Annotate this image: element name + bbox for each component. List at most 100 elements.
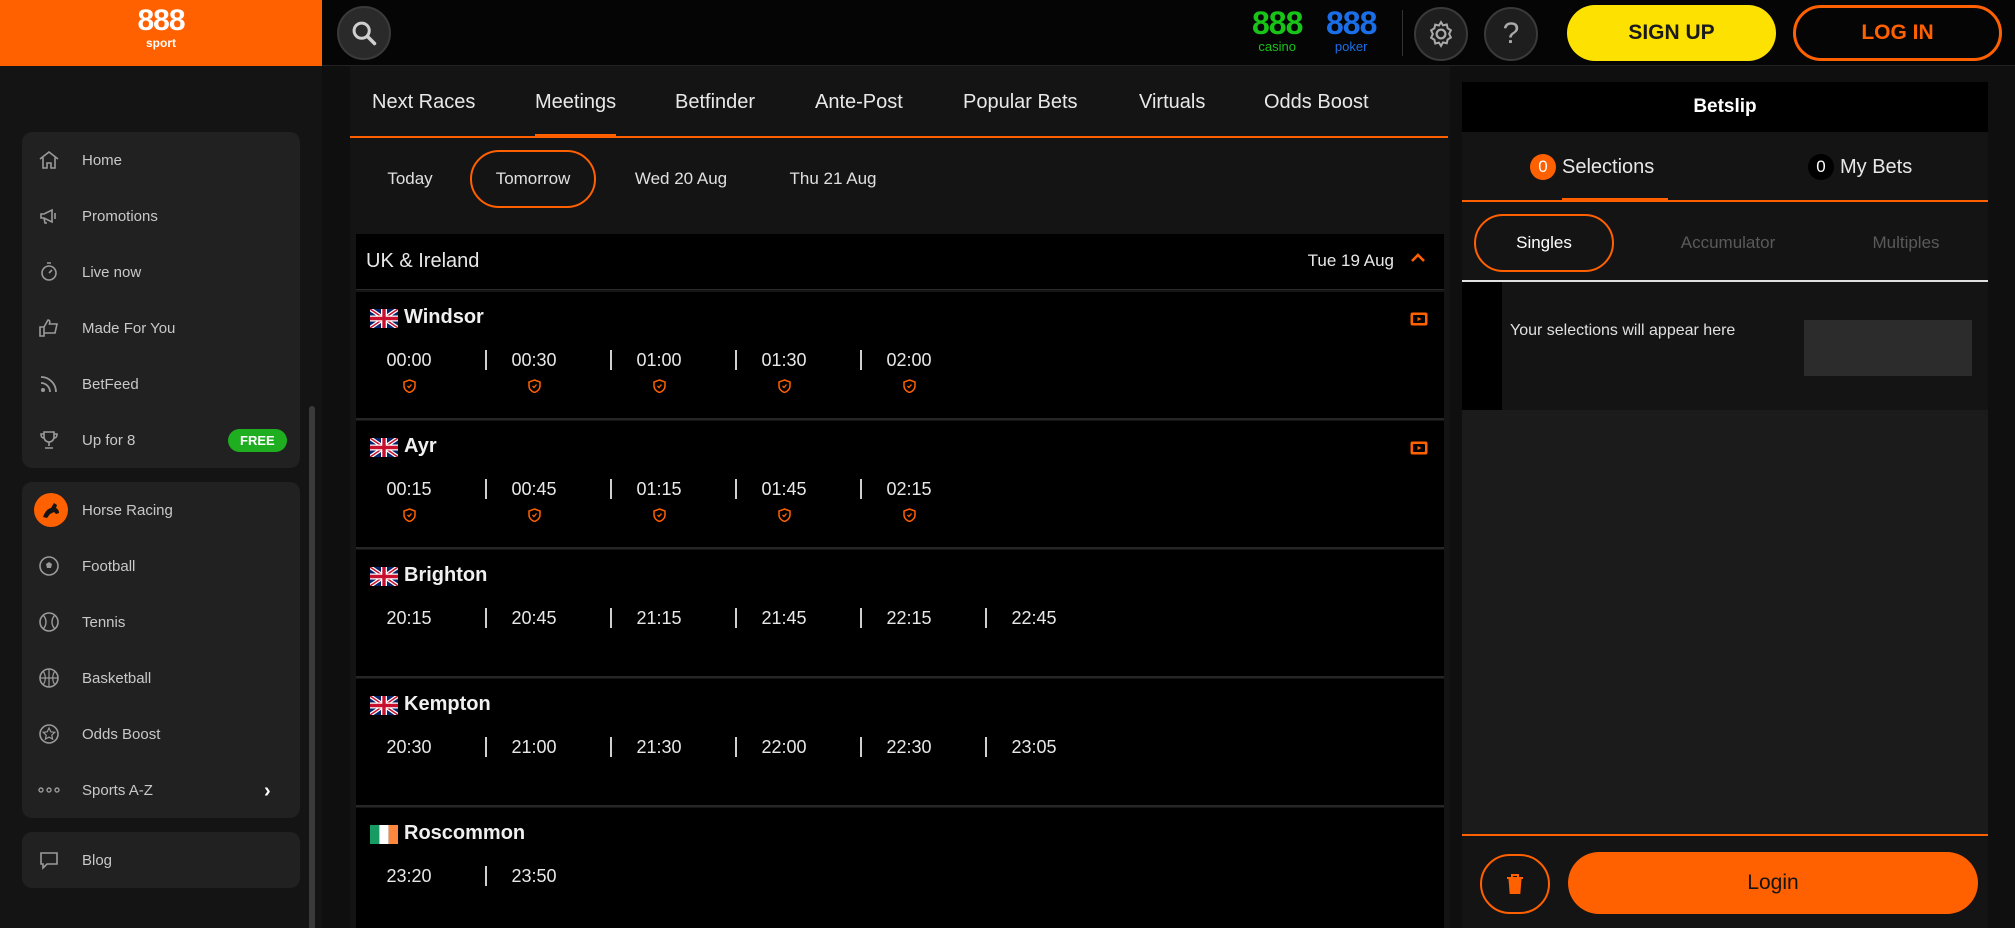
sidebar-item-sports-a-z[interactable]: Sports A-Z › xyxy=(22,762,300,818)
meeting-row: Roscommon 23:20 23:50 xyxy=(356,808,1444,928)
gear-icon xyxy=(1429,20,1453,48)
bet-type-multiples[interactable]: Multiples xyxy=(1846,214,1966,272)
meeting-row: Kempton 20:30 21:00 21:30 22:00 22:30 23:05 xyxy=(356,679,1444,807)
race-time-link[interactable]: 23:20 xyxy=(369,866,449,887)
sidebar-item-tennis[interactable]: Tennis xyxy=(22,594,300,650)
meeting-name[interactable]: Roscommon xyxy=(404,822,525,845)
sidebar-item-label: Horse Racing xyxy=(82,501,173,519)
bet-type-accumulator[interactable]: Accumulator xyxy=(1658,214,1798,272)
search-button[interactable] xyxy=(337,6,391,60)
sidebar-item-up-for-8[interactable]: Up for 8 FREE xyxy=(22,412,300,468)
shield-icon xyxy=(527,379,541,393)
tab-meetings[interactable]: Meetings xyxy=(535,66,617,138)
race-separator xyxy=(610,737,612,757)
race-time-link[interactable]: 22:00 xyxy=(744,737,824,758)
race-time: 23:05 xyxy=(1011,737,1057,757)
race-time-link[interactable]: 21:15 xyxy=(619,608,699,629)
sidebar-item-live-now[interactable]: Live now xyxy=(22,244,300,300)
region-header[interactable]: UK & Ireland Tue 19 Aug xyxy=(356,234,1444,290)
tab-odds-boost[interactable]: Odds Boost xyxy=(1264,66,1369,138)
meeting-name[interactable]: Brighton xyxy=(404,564,487,587)
race-time-link[interactable]: 01:15 xyxy=(619,479,699,522)
clear-betslip-button[interactable] xyxy=(1480,854,1550,914)
sidebar-item-blog[interactable]: Blog xyxy=(22,832,300,888)
casino-brand-link[interactable]: 888 casino xyxy=(1252,6,1303,54)
race-time-link[interactable]: 22:30 xyxy=(869,737,949,758)
chevron-up-icon[interactable] xyxy=(1408,248,1428,268)
race-time-link[interactable]: 21:45 xyxy=(744,608,824,629)
sidebar-item-made-for-you[interactable]: Made For You xyxy=(22,300,300,356)
race-time-link[interactable]: 01:45 xyxy=(744,479,824,522)
race-time-link[interactable]: 00:00 xyxy=(369,350,449,393)
meeting-name[interactable]: Windsor xyxy=(404,306,484,329)
horse-racing-icon xyxy=(34,493,68,527)
day-tomorrow[interactable]: Tomorrow xyxy=(470,150,596,208)
race-time-link[interactable]: 22:45 xyxy=(994,608,1074,629)
race-time-link[interactable]: 20:45 xyxy=(494,608,574,629)
race-time-link[interactable]: 02:00 xyxy=(869,350,949,393)
sidebar-item-promotions[interactable]: Promotions xyxy=(22,188,300,244)
race-time-link[interactable]: 20:30 xyxy=(369,737,449,758)
race-separator xyxy=(485,608,487,628)
sidebar-item-betfeed[interactable]: BetFeed xyxy=(22,356,300,412)
race-time-link[interactable]: 20:15 xyxy=(369,608,449,629)
tab-selections[interactable]: 0 Selections xyxy=(1530,154,1654,180)
race-separator xyxy=(485,866,487,886)
sidebar-item-home[interactable]: Home xyxy=(22,132,300,188)
race-time-link[interactable]: 02:15 xyxy=(869,479,949,522)
day-today[interactable]: Today xyxy=(370,150,450,208)
race-time: 01:00 xyxy=(636,350,682,370)
tab-popular-bets[interactable]: Popular Bets xyxy=(963,66,1078,138)
sign-up-button[interactable]: SIGN UP xyxy=(1567,5,1776,61)
betslip-login-button[interactable]: Login xyxy=(1568,852,1978,914)
tab-virtuals[interactable]: Virtuals xyxy=(1139,66,1205,138)
race-time-link[interactable]: 21:00 xyxy=(494,737,574,758)
race-separator xyxy=(485,350,487,370)
empty-selections-message: Your selections will appear here xyxy=(1510,322,1736,339)
live-stream-icon[interactable] xyxy=(1410,441,1428,455)
race-time-link[interactable]: 00:45 xyxy=(494,479,574,522)
meeting-name[interactable]: Ayr xyxy=(404,435,437,458)
uk-flag-icon xyxy=(370,696,398,715)
tab-betfinder[interactable]: Betfinder xyxy=(675,66,755,138)
tab-my-bets[interactable]: 0 My Bets xyxy=(1808,154,1912,180)
race-time-link[interactable]: 01:30 xyxy=(744,350,824,393)
poker-brand-link[interactable]: 888 poker xyxy=(1326,6,1377,54)
dots-icon xyxy=(36,777,62,803)
betslip-footer: Login xyxy=(1462,834,1988,928)
race-time-link[interactable]: 00:30 xyxy=(494,350,574,393)
live-stream-icon[interactable] xyxy=(1410,312,1428,326)
race-time-link[interactable]: 22:15 xyxy=(869,608,949,629)
sidebar-item-horse-racing[interactable]: Horse Racing xyxy=(22,482,300,538)
day-selector: Today Tomorrow Wed 20 Aug Thu 21 Aug xyxy=(350,150,1448,210)
bet-type-singles[interactable]: Singles xyxy=(1474,214,1614,272)
race-time: 02:15 xyxy=(886,479,932,499)
search-icon xyxy=(352,21,377,46)
day-wed-20-aug[interactable]: Wed 20 Aug xyxy=(618,150,744,208)
bet-type-selector: Singles Accumulator Multiples xyxy=(1462,202,1988,282)
race-time-link[interactable]: 01:00 xyxy=(619,350,699,393)
log-in-button[interactable]: LOG IN xyxy=(1793,5,2002,61)
tab-next-races[interactable]: Next Races xyxy=(372,66,475,138)
meeting-name[interactable]: Kempton xyxy=(404,693,491,716)
tab-ante-post[interactable]: Ante-Post xyxy=(815,66,903,138)
sidebar-scrollbar[interactable] xyxy=(309,406,315,928)
help-button[interactable]: ? xyxy=(1484,7,1538,61)
logo-area[interactable]: 888 sport xyxy=(0,0,322,66)
shield-icon xyxy=(402,508,416,522)
race-time-link[interactable]: 23:05 xyxy=(994,737,1074,758)
sidebar: Home Promotions Live now Made For You Be… xyxy=(0,66,322,928)
sidebar-group-blog: Blog xyxy=(22,832,300,888)
selections-label: Selections xyxy=(1562,155,1655,178)
day-thu-21-aug[interactable]: Thu 21 Aug xyxy=(778,150,888,208)
meeting-row: Windsor 00:00 00:30 01:00 01:30 02:00 xyxy=(356,292,1444,420)
race-time-link[interactable]: 23:50 xyxy=(494,866,574,887)
race-separator xyxy=(735,479,737,499)
race-time-link[interactable]: 00:15 xyxy=(369,479,449,522)
settings-button[interactable] xyxy=(1414,7,1468,61)
race-separator xyxy=(610,479,612,499)
race-time-link[interactable]: 21:30 xyxy=(619,737,699,758)
sidebar-item-basketball[interactable]: Basketball xyxy=(22,650,300,706)
sidebar-item-football[interactable]: Football xyxy=(22,538,300,594)
sidebar-item-odds-boost[interactable]: Odds Boost xyxy=(22,706,300,762)
